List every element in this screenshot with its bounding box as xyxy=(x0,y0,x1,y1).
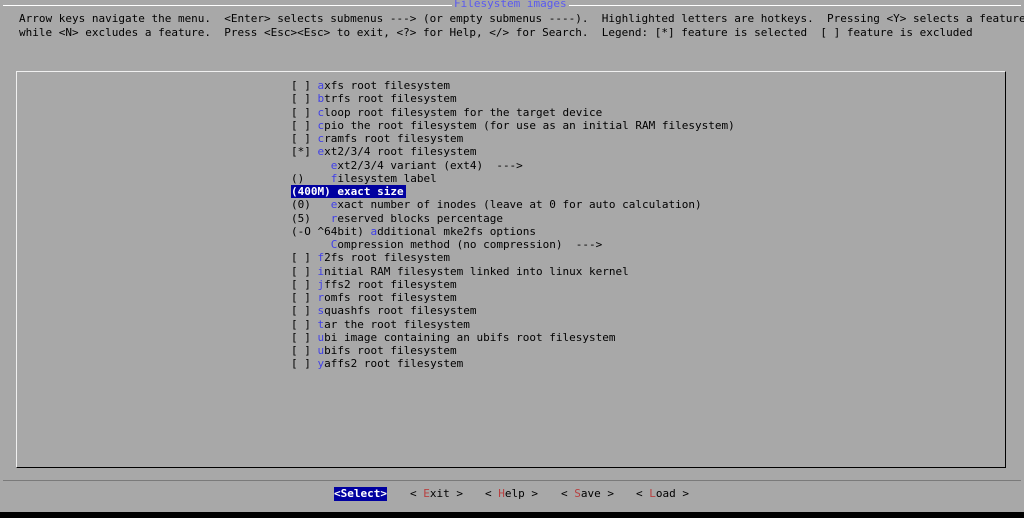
item-prefix xyxy=(291,238,331,251)
bracket-open: < xyxy=(485,487,499,500)
item-label: dditional mke2fs options xyxy=(377,224,537,238)
menu-item-reserved[interactable]: (5) reserved blocks percentage xyxy=(291,212,735,225)
button-bar: <Select> < Exit > < Help > < Save > < Lo… xyxy=(0,487,1024,501)
menu-item-ubi[interactable]: [ ] ubi image containing an ubifs root f… xyxy=(291,331,735,344)
menu-item-fs-label[interactable]: () filesystem label xyxy=(291,172,735,185)
item-label: ilesystem label xyxy=(337,171,437,185)
button-hotkey: L xyxy=(649,487,656,500)
bracket-close: > xyxy=(524,487,538,500)
item-prefix: [ ] xyxy=(291,357,318,371)
menu-item-cpio[interactable]: [ ] cpio the root filesystem (for use as… xyxy=(291,119,735,132)
item-prefix: [ ] xyxy=(291,132,318,145)
button-hotkey: E xyxy=(423,487,430,500)
save-button[interactable]: < Save > xyxy=(561,487,614,501)
button-label: elect xyxy=(347,487,381,500)
terminal-bottom-edge xyxy=(0,512,1024,518)
menu-item-jffs2[interactable]: [ ] jffs2 root filesystem xyxy=(291,278,735,291)
button-label: ave xyxy=(580,487,601,500)
menu-item-axfs[interactable]: [ ] axfs root filesystem xyxy=(291,79,735,92)
item-prefix: [ ] xyxy=(291,304,318,318)
menu-item-inodes[interactable]: (0) exact number of inodes (leave at 0 f… xyxy=(291,198,735,211)
menu-item-initramfs[interactable]: [ ] initial RAM filesystem linked into l… xyxy=(291,265,735,278)
item-label: bifs root filesystem xyxy=(324,344,457,357)
item-label: xt2/3/4 root filesystem xyxy=(324,145,477,159)
item-label: loop root filesystem for the target devi… xyxy=(324,105,603,119)
menu-item-cramfs[interactable]: [ ] cramfs root filesystem xyxy=(291,132,735,145)
item-label: ramfs root filesystem xyxy=(324,132,464,145)
menu-item-exact-size[interactable]: (400M) exact size xyxy=(291,185,406,199)
item-label: nitial RAM filesystem linked into linux … xyxy=(324,264,629,278)
menu-item-ext-variant[interactable]: ext2/3/4 variant (ext4) ---> xyxy=(291,159,735,172)
menu-item-romfs[interactable]: [ ] romfs root filesystem xyxy=(291,291,735,304)
item-label: bi image containing an ubifs root filesy… xyxy=(324,330,616,344)
item-prefix: [ ] xyxy=(291,92,318,106)
menu-item-f2fs[interactable]: [ ] f2fs root filesystem xyxy=(291,251,735,264)
button-hotkey: S xyxy=(574,487,581,500)
menu-item-cloop[interactable]: [ ] cloop root filesystem for the target… xyxy=(291,106,735,119)
bracket-open: < xyxy=(334,487,341,500)
help-line-1: Arrow keys navigate the menu. <Enter> se… xyxy=(19,12,1024,25)
bracket-open: < xyxy=(410,487,424,500)
bracket-close: > xyxy=(675,487,689,500)
item-label: ar the root filesystem xyxy=(324,317,470,331)
item-label: 00M) exact size xyxy=(304,185,404,198)
menu-item-squashfs[interactable]: [ ] squashfs root filesystem xyxy=(291,304,735,317)
select-button[interactable]: <Select> xyxy=(334,487,387,501)
bracket-close: > xyxy=(600,487,614,500)
item-prefix: [ ] xyxy=(291,79,318,92)
item-prefix: (-O ^64bit) xyxy=(291,224,371,238)
button-label: elp xyxy=(504,487,525,500)
button-label: oad xyxy=(655,487,676,500)
load-button[interactable]: < Load > xyxy=(636,487,689,501)
item-prefix: (0) xyxy=(291,198,331,212)
item-prefix: [ ] xyxy=(291,105,318,119)
help-button[interactable]: < Help > xyxy=(485,487,538,501)
item-label: xfs root filesystem xyxy=(324,79,450,92)
menu-item-tar[interactable]: [ ] tar the root filesystem xyxy=(291,318,735,331)
help-line-2: while <N> excludes a feature. Press <Esc… xyxy=(19,26,973,39)
button-hotkey: H xyxy=(498,487,505,500)
item-prefix: [ ] xyxy=(291,317,318,331)
item-label: ompression method (no compression) ---> xyxy=(337,238,603,251)
exit-button[interactable]: < Exit > xyxy=(410,487,463,501)
bracket-open: < xyxy=(561,487,575,500)
item-prefix: [ ] xyxy=(291,344,318,357)
bracket-open: < xyxy=(636,487,650,500)
item-prefix: [*] xyxy=(291,145,318,159)
item-prefix: [ ] xyxy=(291,251,318,265)
button-separator xyxy=(3,480,1021,481)
item-label: xt2/3/4 variant (ext4) ---> xyxy=(337,158,523,172)
title-bar: Filesystem images xyxy=(0,0,1024,10)
menu-item-mke2fs-options[interactable]: (-O ^64bit) additional mke2fs options xyxy=(291,225,735,238)
window-title: Filesystem images xyxy=(452,0,569,10)
menu-item-ext234[interactable]: [*] ext2/3/4 root filesystem xyxy=(291,145,735,158)
bracket-close: > xyxy=(449,487,463,500)
menu-item-ubifs[interactable]: [ ] ubifs root filesystem xyxy=(291,344,735,357)
item-prefix: [ ] xyxy=(291,291,318,304)
item-prefix: [ ] xyxy=(291,118,318,132)
item-label: pio the root filesystem (for use as an i… xyxy=(324,118,735,132)
item-prefix: [ ] xyxy=(291,277,318,291)
menu-item-btrfs[interactable]: [ ] btrfs root filesystem xyxy=(291,92,735,105)
item-prefix: ( xyxy=(291,185,298,198)
item-prefix: [ ] xyxy=(291,264,318,278)
button-label: xit xyxy=(429,487,450,500)
item-prefix: (5) xyxy=(291,211,331,225)
menu-list: [ ] axfs root filesystem [ ] btrfs root … xyxy=(291,79,735,371)
item-prefix: [ ] xyxy=(291,330,318,344)
bracket-close: > xyxy=(380,487,387,500)
item-label: quashfs root filesystem xyxy=(324,304,477,318)
item-label: xact number of inodes (leave at 0 for au… xyxy=(337,198,702,212)
item-label: eserved blocks percentage xyxy=(337,211,503,225)
item-label: omfs root filesystem xyxy=(324,291,457,304)
item-label: trfs root filesystem xyxy=(324,92,457,106)
help-text: Arrow keys navigate the menu. <Enter> se… xyxy=(19,12,1024,40)
item-prefix: () xyxy=(291,171,331,185)
menu-item-compression[interactable]: Compression method (no compression) ---> xyxy=(291,238,735,251)
item-label: 2fs root filesystem xyxy=(324,251,450,265)
item-prefix xyxy=(291,159,331,172)
item-label: ffs2 root filesystem xyxy=(324,277,457,291)
item-label: affs2 root filesystem xyxy=(324,357,464,371)
menu-item-yaffs2[interactable]: [ ] yaffs2 root filesystem xyxy=(291,357,735,370)
